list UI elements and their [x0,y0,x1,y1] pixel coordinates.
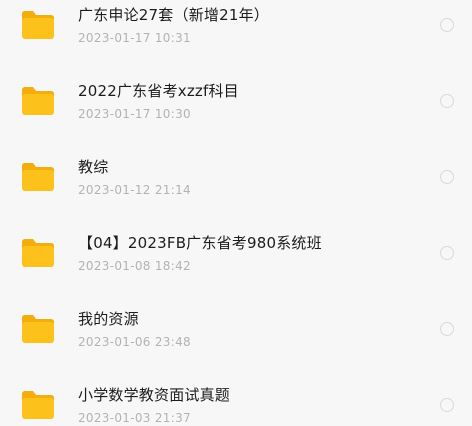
file-name: 广东申论27套（新增21年） [78,6,269,24]
select-radio-icon[interactable] [440,18,454,32]
file-row[interactable]: 小学数学教资面试真题 2023-01-03 21:37 [0,380,472,426]
file-date: 2023-01-17 10:30 [78,107,191,121]
folder-icon [20,314,56,344]
file-name: 教综 [78,158,109,176]
file-name: 小学数学教资面试真题 [78,386,231,404]
file-name: 我的资源 [78,310,139,328]
folder-icon [20,10,56,40]
folder-icon [20,390,56,420]
folder-icon [20,86,56,116]
file-list: 广东申论27套（新增21年） 2023-01-17 10:31 2022广东省考… [0,0,472,426]
file-row[interactable]: 广东申论27套（新增21年） 2023-01-17 10:31 [0,0,472,64]
file-date: 2023-01-06 23:48 [78,335,191,349]
file-date: 2023-01-17 10:31 [78,31,191,45]
file-name: 【04】2023FB广东省考980系统班 [78,234,322,252]
folder-icon [20,162,56,192]
file-row[interactable]: 教综 2023-01-12 21:14 [0,152,472,216]
file-row[interactable]: 【04】2023FB广东省考980系统班 2023-01-08 18:42 [0,228,472,292]
file-row[interactable]: 2022广东省考xzzf科目 2023-01-17 10:30 [0,76,472,140]
file-date: 2023-01-12 21:14 [78,183,191,197]
select-radio-icon[interactable] [440,170,454,184]
select-radio-icon[interactable] [440,398,454,412]
file-date: 2023-01-03 21:37 [78,411,191,425]
select-radio-icon[interactable] [440,246,454,260]
file-date: 2023-01-08 18:42 [78,259,191,273]
select-radio-icon[interactable] [440,94,454,108]
select-radio-icon[interactable] [440,322,454,336]
file-row[interactable]: 我的资源 2023-01-06 23:48 [0,304,472,368]
file-name: 2022广东省考xzzf科目 [78,82,239,100]
folder-icon [20,238,56,268]
